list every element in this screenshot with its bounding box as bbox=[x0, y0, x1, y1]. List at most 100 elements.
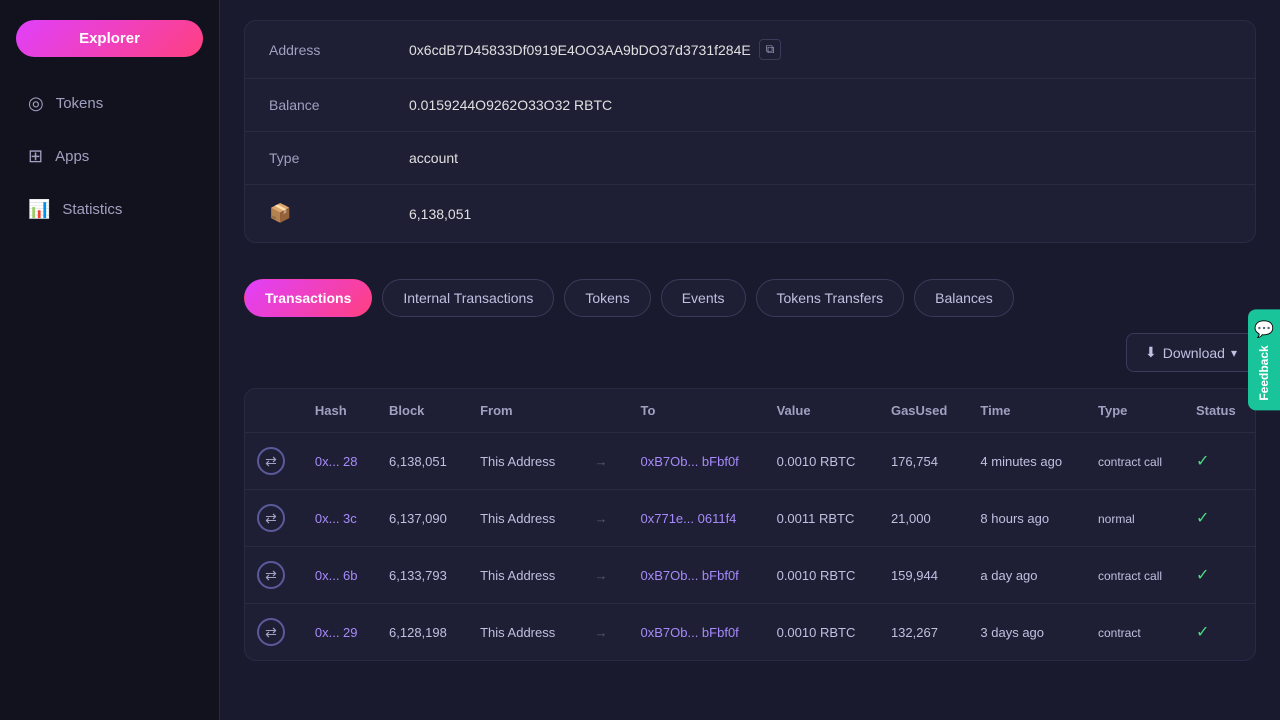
row-from: This Address bbox=[468, 490, 578, 547]
col-from: From bbox=[468, 389, 578, 433]
row-block: 6,133,793 bbox=[377, 547, 468, 604]
row-status: ✓ bbox=[1184, 490, 1255, 547]
tab-balances[interactable]: Balances bbox=[914, 279, 1014, 317]
address-value: 0x6cdB7D45833Df0919E4OO3AA9bDO37d3731f28… bbox=[409, 39, 781, 60]
type-row: Type account bbox=[245, 132, 1255, 185]
row-to[interactable]: 0xB7Ob... bFbf0f bbox=[629, 604, 765, 661]
row-gasused: 132,267 bbox=[879, 604, 968, 661]
balance-label: Balance bbox=[269, 97, 409, 113]
row-type: normal bbox=[1086, 490, 1184, 547]
row-icon: ⇄ bbox=[245, 490, 303, 547]
col-to: To bbox=[629, 389, 765, 433]
row-time: 3 days ago bbox=[968, 604, 1086, 661]
row-icon: ⇄ bbox=[245, 547, 303, 604]
sidebar-item-apps[interactable]: ⊞ Apps bbox=[8, 132, 211, 181]
row-to[interactable]: 0xB7Ob... bFbf0f bbox=[629, 433, 765, 490]
row-status: ✓ bbox=[1184, 547, 1255, 604]
row-block: 6,137,090 bbox=[377, 490, 468, 547]
col-arrow bbox=[578, 389, 628, 433]
row-status: ✓ bbox=[1184, 604, 1255, 661]
transactions-table: Hash Block From To Value GasUsed Time Ty… bbox=[244, 388, 1256, 661]
sidebar-label-tokens: Tokens bbox=[56, 95, 104, 112]
row-arrow: → bbox=[578, 490, 628, 547]
tx-swap-icon: ⇄ bbox=[257, 618, 285, 646]
sidebar-item-statistics[interactable]: 📊 Statistics bbox=[8, 185, 211, 234]
row-arrow: → bbox=[578, 604, 628, 661]
table-row: ⇄ 0x... 6b 6,133,793 This Address → 0xB7… bbox=[245, 547, 1255, 604]
row-block: 6,138,051 bbox=[377, 433, 468, 490]
balance-value: 0.0159244O9262O33O32 RBTC bbox=[409, 97, 612, 113]
chevron-down-icon: ▾ bbox=[1231, 346, 1237, 360]
feedback-tab[interactable]: 💬 Feedback bbox=[1248, 309, 1280, 410]
row-time: 4 minutes ago bbox=[968, 433, 1086, 490]
row-block: 6,128,198 bbox=[377, 604, 468, 661]
row-hash[interactable]: 0x... 3c bbox=[303, 490, 377, 547]
feedback-label: Feedback bbox=[1257, 345, 1271, 400]
row-gasused: 159,944 bbox=[879, 547, 968, 604]
tab-tokens[interactable]: Tokens bbox=[564, 279, 650, 317]
tab-tokens-transfers[interactable]: Tokens Transfers bbox=[756, 279, 905, 317]
copy-address-button[interactable]: ⧉ bbox=[759, 39, 782, 60]
table-row: ⇄ 0x... 28 6,138,051 This Address → 0xB7… bbox=[245, 433, 1255, 490]
count-value: 6,138,051 bbox=[409, 206, 471, 222]
col-time: Time bbox=[968, 389, 1086, 433]
row-type: contract bbox=[1086, 604, 1184, 661]
type-label: Type bbox=[269, 150, 409, 166]
logo-button[interactable]: Explorer bbox=[16, 20, 203, 57]
row-value: 0.0010 RBTC bbox=[765, 604, 879, 661]
balance-row: Balance 0.0159244O9262O33O32 RBTC bbox=[245, 79, 1255, 132]
feedback-icon: 💬 bbox=[1254, 319, 1274, 339]
row-from: This Address bbox=[468, 547, 578, 604]
info-card: Address 0x6cdB7D45833Df0919E4OO3AA9bDO37… bbox=[244, 20, 1256, 243]
col-gasused: GasUsed bbox=[879, 389, 968, 433]
address-label: Address bbox=[269, 42, 409, 58]
tab-internal-transactions[interactable]: Internal Transactions bbox=[382, 279, 554, 317]
sidebar-logo-area: Explorer bbox=[0, 10, 219, 77]
address-row: Address 0x6cdB7D45833Df0919E4OO3AA9bDO37… bbox=[245, 21, 1255, 79]
statistics-icon: 📊 bbox=[28, 199, 50, 220]
col-value: Value bbox=[765, 389, 879, 433]
apps-icon: ⊞ bbox=[28, 146, 43, 167]
col-type: Type bbox=[1086, 389, 1184, 433]
row-to[interactable]: 0xB7Ob... bFbf0f bbox=[629, 547, 765, 604]
row-value: 0.0010 RBTC bbox=[765, 547, 879, 604]
tab-transactions[interactable]: Transactions bbox=[244, 279, 372, 317]
row-time: 8 hours ago bbox=[968, 490, 1086, 547]
row-value: 0.0011 RBTC bbox=[765, 490, 879, 547]
address-text: 0x6cdB7D45833Df0919E4OO3AA9bDO37d3731f28… bbox=[409, 42, 751, 58]
col-block: Block bbox=[377, 389, 468, 433]
tab-events[interactable]: Events bbox=[661, 279, 746, 317]
sidebar-item-tokens[interactable]: ◎ Tokens bbox=[8, 79, 211, 128]
row-status: ✓ bbox=[1184, 433, 1255, 490]
download-icon: ⬇ bbox=[1145, 344, 1157, 361]
table-row: ⇄ 0x... 29 6,128,198 This Address → 0xB7… bbox=[245, 604, 1255, 661]
download-row: ⬇ Download ▾ bbox=[220, 333, 1280, 388]
row-from: This Address bbox=[468, 604, 578, 661]
row-arrow: → bbox=[578, 547, 628, 604]
tokens-icon: ◎ bbox=[28, 93, 44, 114]
row-hash[interactable]: 0x... 28 bbox=[303, 433, 377, 490]
download-button[interactable]: ⬇ Download ▾ bbox=[1126, 333, 1256, 372]
row-icon: ⇄ bbox=[245, 604, 303, 661]
row-hash[interactable]: 0x... 6b bbox=[303, 547, 377, 604]
sidebar-label-apps: Apps bbox=[55, 148, 89, 165]
col-icon bbox=[245, 389, 303, 433]
col-status: Status bbox=[1184, 389, 1255, 433]
row-value: 0.0010 RBTC bbox=[765, 433, 879, 490]
row-to[interactable]: 0x771e... 0611f4 bbox=[629, 490, 765, 547]
row-hash[interactable]: 0x... 29 bbox=[303, 604, 377, 661]
row-type: contract call bbox=[1086, 433, 1184, 490]
table-header-row: Hash Block From To Value GasUsed Time Ty… bbox=[245, 389, 1255, 433]
row-gasused: 176,754 bbox=[879, 433, 968, 490]
row-from: This Address bbox=[468, 433, 578, 490]
tabs-row: Transactions Internal Transactions Token… bbox=[220, 259, 1280, 333]
count-row: 📦 6,138,051 bbox=[245, 185, 1255, 242]
type-value: account bbox=[409, 150, 458, 166]
tx-swap-icon: ⇄ bbox=[257, 561, 285, 589]
row-arrow: → bbox=[578, 433, 628, 490]
row-gasused: 21,000 bbox=[879, 490, 968, 547]
table-row: ⇄ 0x... 3c 6,137,090 This Address → 0x77… bbox=[245, 490, 1255, 547]
tx-swap-icon: ⇄ bbox=[257, 447, 285, 475]
row-type: contract call bbox=[1086, 547, 1184, 604]
sidebar-label-statistics: Statistics bbox=[62, 201, 122, 218]
